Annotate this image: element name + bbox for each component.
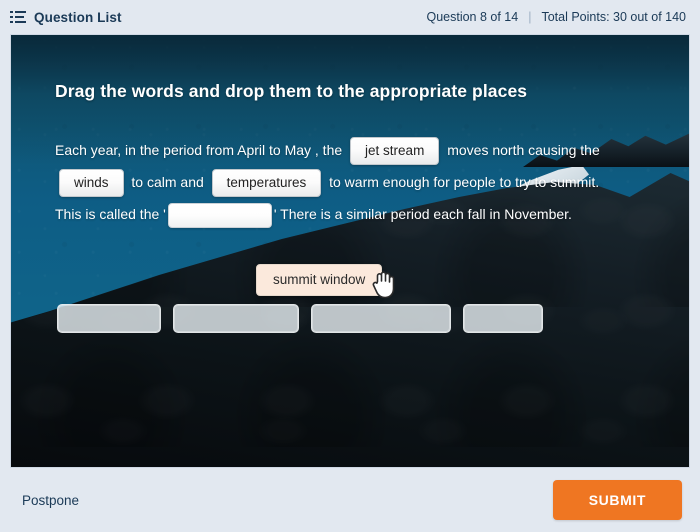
answer-chip-jet-stream[interactable]: jet stream <box>350 137 440 166</box>
question-player: Question List Question 8 of 14 | Total P… <box>0 0 700 532</box>
dragged-chip-summit-window[interactable]: summit window <box>256 264 383 296</box>
total-points: Total Points: 30 out of 140 <box>541 10 686 24</box>
postpone-button[interactable]: Postpone <box>22 493 79 508</box>
app-header: Question List Question 8 of 14 | Total P… <box>0 0 700 34</box>
sentence-text-1: Each year, in the period from April to M… <box>55 142 343 158</box>
header-status: Question 8 of 14 | Total Points: 30 out … <box>426 10 686 24</box>
question-list-button[interactable]: Question List <box>10 10 122 25</box>
question-list-label: Question List <box>34 9 122 25</box>
answer-chip-winds[interactable]: winds <box>59 169 124 198</box>
answer-chip-temperatures[interactable]: temperatures <box>211 169 322 198</box>
header-separator: | <box>528 10 532 24</box>
word-bank-slot[interactable] <box>57 304 161 333</box>
question-counter: Question 8 of 14 <box>426 10 519 24</box>
sentence-text-5: ' There is a similar period each fall in… <box>273 206 572 222</box>
word-bank-slot[interactable] <box>173 304 299 333</box>
question-stage: Drag the words and drop them to the appr… <box>10 34 690 468</box>
app-footer: Postpone SUBMIT <box>0 468 700 532</box>
word-bank-slot[interactable] <box>463 304 543 333</box>
word-bank-slot[interactable] <box>311 304 451 333</box>
sentence-text-2: moves north causing the <box>447 142 600 158</box>
word-bank <box>57 304 543 333</box>
question-sentence: Each year, in the period from April to M… <box>55 134 615 230</box>
content-area: Drag the words and drop them to the appr… <box>0 34 700 468</box>
question-layer: Drag the words and drop them to the appr… <box>11 35 689 467</box>
question-title: Drag the words and drop them to the appr… <box>55 81 528 101</box>
empty-drop-target[interactable] <box>167 202 272 228</box>
submit-button[interactable]: SUBMIT <box>552 480 682 520</box>
list-icon <box>10 10 26 24</box>
sentence-text-3: to calm and <box>131 174 204 190</box>
